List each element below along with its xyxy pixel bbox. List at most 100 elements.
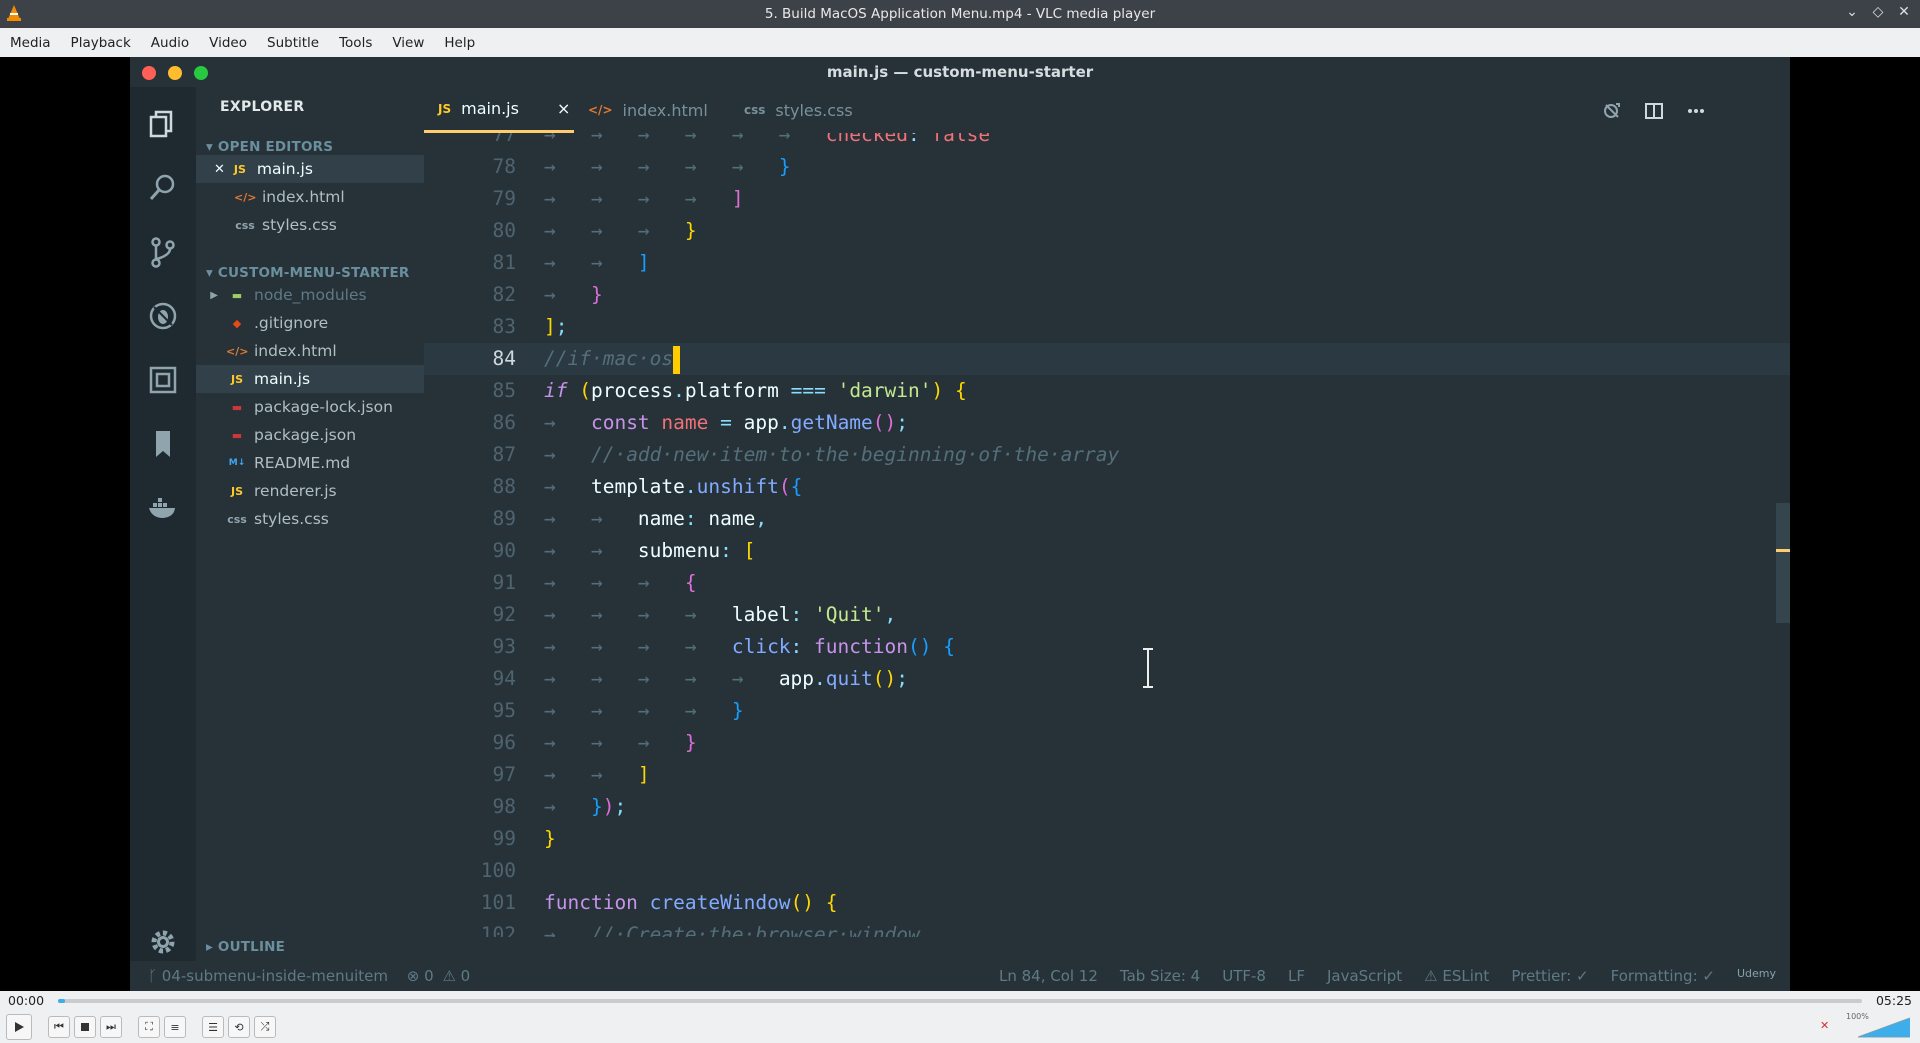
tab-index-html: </> index.html bbox=[588, 87, 708, 133]
code-line: 86 → const name = app.getName(); bbox=[492, 411, 909, 434]
npm-file-icon: ▬ bbox=[231, 428, 243, 442]
git-file-icon: ◆ bbox=[232, 316, 242, 330]
menu-media[interactable]: Media bbox=[0, 35, 61, 51]
open-editor-label: styles.css bbox=[262, 216, 337, 234]
code-line: 95 → → → → } bbox=[492, 699, 744, 722]
editor-title-bar: main.js — custom-menu-starter bbox=[130, 57, 1790, 87]
code-line: 97 → → ] bbox=[492, 763, 650, 786]
code-line: 91 → → → { bbox=[492, 571, 697, 594]
shuffle-button[interactable]: ⤮ bbox=[254, 1016, 276, 1038]
vlc-title-bar: 5. Build MacOS Application Menu.mp4 - VL… bbox=[0, 0, 1920, 28]
window-title: 5. Build MacOS Application Menu.mp4 - VL… bbox=[764, 6, 1156, 22]
code-editor: JS main.js × </> index.html css styles.c… bbox=[424, 87, 1790, 991]
next-button[interactable]: ⏭ bbox=[100, 1016, 122, 1038]
css-file-icon: css bbox=[744, 103, 766, 117]
tab-size: Tab Size: 4 bbox=[1119, 967, 1201, 985]
code-line: 96 → → → } bbox=[492, 731, 697, 754]
open-editor-item: ✕ JS main.js bbox=[196, 155, 424, 183]
seek-slider[interactable] bbox=[58, 999, 1862, 1003]
code-line: 94 → → → → → app.quit(); bbox=[492, 667, 908, 690]
file-item: JS renderer.js bbox=[196, 477, 424, 505]
menu-subtitle[interactable]: Subtitle bbox=[257, 35, 329, 51]
code-area: 77 → → → → → → checked: false 78 → → → → →… bbox=[424, 133, 1790, 937]
zoom-dot-icon bbox=[194, 66, 208, 80]
open-editor-label: index.html bbox=[262, 188, 345, 206]
code-line: 77 → → → → → → checked: false bbox=[492, 133, 991, 146]
code-line: 81 → → ] bbox=[492, 251, 650, 274]
code-line: 82 → } bbox=[492, 283, 603, 306]
code-line: 92 → → → → label: 'Quit', bbox=[492, 603, 897, 626]
prettier-status: Prettier: ✓ bbox=[1511, 967, 1589, 985]
minimap-scrollbar bbox=[1776, 503, 1790, 623]
activity-bar bbox=[130, 87, 196, 991]
open-editor-label: main.js bbox=[256, 160, 313, 178]
file-item: ◆ .gitignore bbox=[196, 309, 424, 337]
minimize-icon[interactable]: ⌄ bbox=[1844, 4, 1860, 20]
code-line: 87 → //·add·new·item·to·the·beginning·of·… bbox=[492, 443, 1120, 466]
menu-bar: Media Playback Audio Video Subtitle Tool… bbox=[0, 28, 1920, 57]
editor-status-bar: ᚴ 04-submenu-inside-menuitem ⊗ 0 ⚠ 0 Ln … bbox=[130, 961, 1790, 991]
close-dot-icon bbox=[142, 66, 156, 80]
outline-header: ▸ OUTLINE bbox=[206, 939, 286, 955]
fullscreen-button[interactable]: ⛶ bbox=[138, 1016, 160, 1038]
previous-button[interactable]: ⏮ bbox=[48, 1016, 70, 1038]
code-line-current: 84//if·mac·os bbox=[424, 343, 1790, 375]
stop-button[interactable] bbox=[74, 1016, 96, 1038]
search-icon bbox=[149, 174, 175, 200]
stop-icon bbox=[81, 1023, 89, 1031]
tab-main-js: JS main.js × bbox=[424, 87, 574, 133]
next-icon: ⏭ bbox=[106, 1020, 116, 1033]
file-label: README.md bbox=[254, 454, 351, 472]
menu-tools[interactable]: Tools bbox=[329, 35, 382, 51]
restore-icon[interactable]: ◇ bbox=[1870, 4, 1886, 20]
menu-audio[interactable]: Audio bbox=[141, 35, 199, 51]
file-label: .gitignore bbox=[254, 314, 329, 332]
line-endings: LF bbox=[1287, 967, 1305, 985]
code-line: 89 → → name: name, bbox=[492, 507, 768, 530]
js-file-icon: JS bbox=[230, 372, 243, 386]
udemy-watermark: Udemy bbox=[1736, 967, 1776, 980]
menu-view[interactable]: View bbox=[382, 35, 434, 51]
minimize-dot-icon bbox=[168, 66, 182, 80]
tab-styles-css: css styles.css bbox=[744, 87, 853, 133]
file-label: renderer.js bbox=[254, 482, 337, 500]
menu-video[interactable]: Video bbox=[199, 35, 257, 51]
extensions-icon bbox=[149, 366, 177, 394]
cursor-position: Ln 84, Col 12 bbox=[998, 967, 1098, 985]
menu-playback[interactable]: Playback bbox=[61, 35, 141, 51]
error-count: 0 bbox=[424, 967, 434, 985]
formatting-status: Formatting: ✓ bbox=[1610, 967, 1715, 985]
loop-button[interactable]: ⟲ bbox=[228, 1016, 250, 1038]
close-icon[interactable]: ✕ bbox=[1896, 4, 1912, 20]
code-line: 93 → → → → click: function() { bbox=[492, 635, 955, 658]
source-control-icon bbox=[151, 237, 175, 268]
open-editors-header: ▾ OPEN EDITORS bbox=[206, 139, 334, 155]
eslint-status: ESLint bbox=[1442, 967, 1490, 985]
file-label: index.html bbox=[254, 342, 337, 360]
text-cursor-icon bbox=[1143, 648, 1153, 688]
css-file-icon: css bbox=[227, 512, 247, 526]
playlist-button[interactable]: ☰ bbox=[202, 1016, 224, 1038]
docker-icon bbox=[149, 498, 175, 518]
volume-level: 100% bbox=[1846, 1012, 1869, 1021]
file-item: ▬ package.json bbox=[196, 421, 424, 449]
elapsed-time: 00:00 bbox=[8, 993, 45, 1008]
tab-label: styles.css bbox=[775, 100, 853, 120]
seek-row: 00:00 05:25 bbox=[0, 991, 1920, 1011]
project-folder-header: ▾ CUSTOM-MENU-STARTER bbox=[206, 265, 410, 281]
files-icon bbox=[149, 110, 173, 138]
folder-icon: ▬ bbox=[231, 288, 243, 302]
play-button[interactable] bbox=[6, 1014, 32, 1040]
seek-progress bbox=[58, 999, 66, 1003]
shuffle-icon: ⤮ bbox=[260, 1020, 270, 1033]
file-encoding: UTF-8 bbox=[1222, 967, 1266, 985]
code-line: 79 → → → → ] bbox=[492, 187, 744, 210]
player-controls: ⏮ ⏭ ⛶ ≡ ☰ ⟲ ⤮ ✕ 100% bbox=[0, 1011, 1920, 1043]
mute-icon[interactable]: ✕ bbox=[1820, 1019, 1829, 1032]
open-changes-icon bbox=[1604, 103, 1620, 118]
extended-settings-button[interactable]: ≡ bbox=[164, 1016, 186, 1038]
menu-help[interactable]: Help bbox=[434, 35, 485, 51]
explorer-sidebar: EXPLORER ▾ OPEN EDITORS ✕ JS main.js </>… bbox=[196, 87, 424, 991]
code-line: 101 function createWindow() { bbox=[480, 891, 838, 914]
file-item: ▶ ▬ node_modules bbox=[196, 281, 424, 309]
